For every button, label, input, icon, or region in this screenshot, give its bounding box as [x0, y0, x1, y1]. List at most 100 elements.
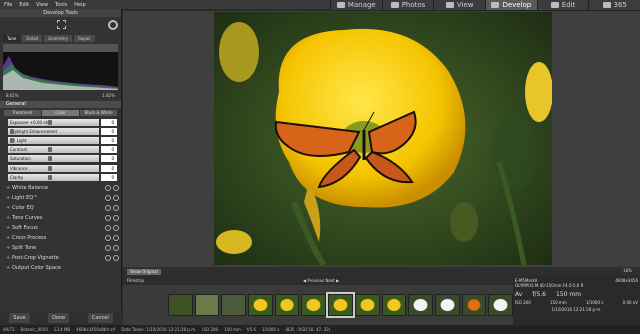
toggle-icon[interactable]: [113, 215, 119, 222]
status-size: 13.4 MB: [53, 327, 71, 332]
toggle-icon[interactable]: [113, 195, 119, 202]
thumbnail[interactable]: [248, 294, 273, 316]
slider-knob[interactable]: [48, 165, 53, 171]
subtab-color[interactable]: Color: [42, 110, 79, 116]
save-button[interactable]: Save: [9, 313, 30, 323]
cancel-button[interactable]: Cancel: [87, 313, 113, 323]
gear-icon[interactable]: [108, 20, 118, 30]
slider-value[interactable]: 0: [101, 127, 117, 135]
photo-preview[interactable]: [214, 12, 552, 265]
toggle-icon[interactable]: [113, 245, 119, 252]
slider-knob[interactable]: [48, 156, 53, 162]
thumbnail[interactable]: [274, 294, 300, 316]
show-original-button[interactable]: Show Original: [127, 268, 161, 275]
section-cross-process[interactable]: + Cross Process: [0, 233, 121, 243]
tab-repair[interactable]: Repair: [74, 35, 95, 42]
reset-icon[interactable]: [105, 245, 111, 252]
tab-geometry[interactable]: Geometry: [44, 35, 73, 42]
mode-photos[interactable]: Photos: [381, 0, 434, 10]
thumbnail[interactable]: [434, 294, 460, 316]
subtab-treatment[interactable]: Treatment: [4, 110, 41, 116]
slider-clarity[interactable]: Clarity 0: [8, 173, 117, 181]
slider-highlight[interactable]: Highlight Enhancement 0: [8, 127, 117, 135]
slider-value[interactable]: 0: [101, 146, 117, 154]
thumbnail[interactable]: [221, 294, 247, 316]
reset-icon[interactable]: [105, 215, 111, 222]
general-header[interactable]: General: [0, 101, 121, 108]
status-fnum: f/5.6: [246, 327, 256, 332]
mode-view[interactable]: View: [433, 0, 485, 10]
thumbnail[interactable]: [408, 294, 433, 316]
slider-vibrance[interactable]: Vibrance 0: [8, 164, 117, 172]
slider-knob[interactable]: [48, 174, 53, 180]
mode-edit[interactable]: Edit: [536, 0, 589, 10]
section-vignette[interactable]: + Post-Crop Vignette: [0, 253, 121, 263]
slider-value[interactable]: 0: [101, 173, 117, 181]
manage-icon: [336, 2, 345, 8]
slider-value[interactable]: 0: [101, 164, 117, 172]
menu-tools[interactable]: Tools: [55, 2, 67, 8]
edit-icon: [550, 2, 559, 8]
section-split-tone[interactable]: + Split Tone: [0, 243, 121, 253]
slider-value[interactable]: 0: [101, 136, 117, 144]
exposure-mode: Av: [515, 291, 523, 298]
toggle-icon[interactable]: [113, 255, 119, 262]
slider-knob[interactable]: [9, 128, 14, 134]
reset-icon[interactable]: [105, 235, 111, 242]
tab-tune[interactable]: Tune: [3, 35, 21, 42]
toggle-icon[interactable]: [113, 185, 119, 192]
section-color-eq[interactable]: + Color EQ: [0, 203, 121, 213]
slider-value[interactable]: 0: [101, 118, 117, 126]
general-subtabs: Treatment Color Black & White: [0, 108, 121, 118]
toggle-icon[interactable]: [113, 225, 119, 232]
thumbnail[interactable]: [488, 294, 513, 316]
thumbnail[interactable]: [168, 294, 193, 316]
mode-365[interactable]: 365: [588, 0, 640, 10]
tab-detail[interactable]: Detail: [22, 35, 43, 42]
focal-length: 150 mm: [550, 300, 567, 305]
reset-icon[interactable]: [105, 195, 111, 202]
status-focal: 150 mm: [224, 327, 241, 332]
cloud-icon: [602, 2, 611, 8]
thumbnail[interactable]: [194, 294, 220, 316]
section-soft-focus[interactable]: + Soft Focus: [0, 223, 121, 233]
toggle-icon[interactable]: [113, 205, 119, 212]
reset-icon[interactable]: [105, 255, 111, 262]
slider-contrast[interactable]: Contrast 0: [8, 146, 117, 154]
slider-knob[interactable]: [48, 119, 53, 125]
mode-manage[interactable]: Manage: [330, 0, 382, 10]
status-iso: ISO 200: [202, 327, 219, 332]
thumbnail[interactable]: [381, 294, 407, 316]
reset-icon[interactable]: [105, 225, 111, 232]
mode-develop[interactable]: Develop: [485, 0, 537, 10]
toggle-icon[interactable]: [113, 235, 119, 242]
thumbnail-selected[interactable]: [326, 292, 355, 318]
crop-icon[interactable]: [57, 20, 66, 29]
slider-knob[interactable]: [48, 147, 53, 153]
previous-button[interactable]: Previous: [307, 278, 324, 283]
next-button[interactable]: Next: [326, 278, 335, 283]
thumbnail[interactable]: [301, 294, 327, 316]
done-button[interactable]: Done: [48, 313, 70, 323]
section-white-balance[interactable]: + White Balance: [0, 183, 121, 193]
subtab-bw[interactable]: Black & White: [80, 110, 117, 116]
thumbnail[interactable]: [461, 294, 487, 316]
slider-fill-light[interactable]: Fill Light 0: [8, 136, 117, 144]
menu-help[interactable]: Help: [74, 2, 85, 8]
menu-view[interactable]: View: [36, 2, 48, 8]
zoom-level[interactable]: 18%: [623, 268, 632, 273]
slider-knob[interactable]: [9, 137, 14, 143]
slider-saturation[interactable]: Saturation 0: [8, 155, 117, 163]
reset-icon[interactable]: [105, 205, 111, 212]
chevron-right-icon[interactable]: ▶: [335, 278, 339, 283]
thumbnail[interactable]: [354, 294, 380, 316]
reset-icon[interactable]: [105, 185, 111, 192]
slider-value[interactable]: 0: [101, 155, 117, 163]
section-tone-curves[interactable]: + Tone Curves: [0, 213, 121, 223]
status-bar: 49/73 Botanic_0050 13.4 MB 4608x3456x8bi…: [0, 325, 640, 334]
menu-edit[interactable]: Edit: [19, 2, 29, 8]
menu-file[interactable]: File: [4, 2, 12, 8]
section-light-eq[interactable]: + Light EQ™: [0, 193, 121, 203]
slider-exposure[interactable]: Exposure +0.00 eV 0: [8, 118, 117, 126]
section-output-color[interactable]: + Output Color Space: [0, 263, 121, 273]
